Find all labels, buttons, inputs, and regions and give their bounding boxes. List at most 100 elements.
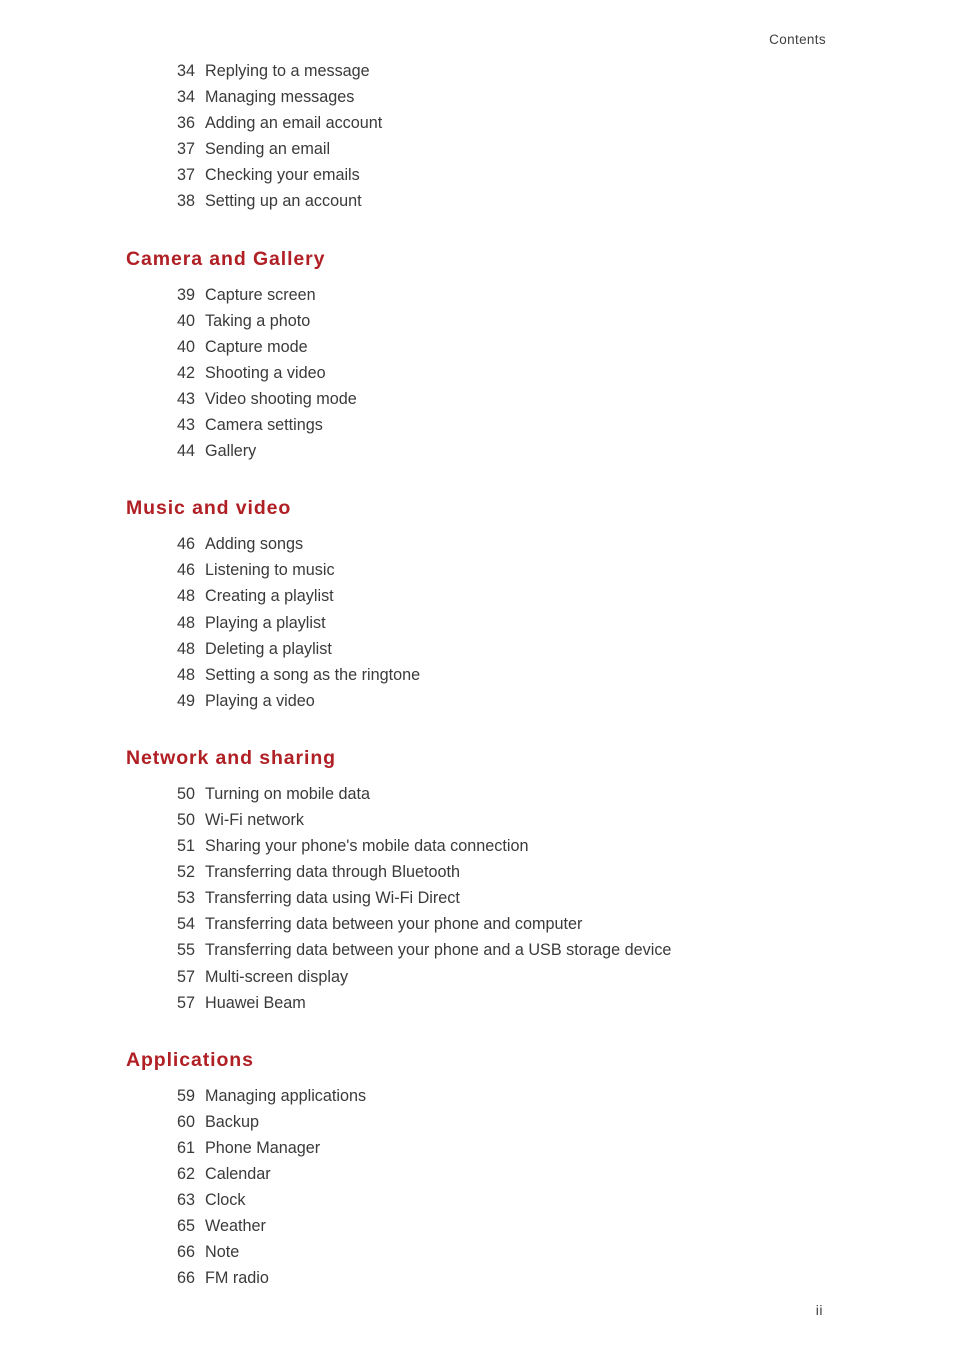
toc-entry-page-number: 66	[177, 1243, 196, 1262]
toc-entry[interactable]: 65 Weather	[126, 1213, 826, 1239]
toc-entry[interactable]: 36 Adding an email account	[126, 110, 826, 136]
toc-entry[interactable]: 43 Camera settings	[126, 412, 826, 438]
toc-entry[interactable]: 37 Checking your emails	[126, 162, 826, 188]
toc-entry-list: 59 Managing applications 60 Backup 61 Phone M…	[126, 1083, 826, 1292]
toc-entry-title: Huawei Beam	[205, 993, 306, 1012]
toc-entry[interactable]: 62 Calendar	[126, 1161, 826, 1187]
toc-entry-title: Transferring data between your phone and…	[205, 941, 672, 960]
toc-entry-title: FM radio	[205, 1269, 269, 1288]
running-header: Contents	[769, 32, 826, 47]
toc-entry-title: Transferring data through Bluetooth	[205, 863, 460, 882]
toc-entry-title: Transferring data between your phone and…	[205, 915, 583, 934]
toc-entry-title: Turning on mobile data	[205, 784, 370, 803]
toc-entry[interactable]: 37 Sending an email	[126, 136, 826, 162]
toc-entry[interactable]: 51 Sharing your phone's mobile data conne…	[126, 833, 826, 859]
toc-entry[interactable]: 40 Taking a photo	[126, 308, 826, 334]
toc-entry[interactable]: 55 Transferring data between your phone a…	[126, 937, 826, 963]
toc-entry[interactable]: 61 Phone Manager	[126, 1135, 826, 1161]
section-heading: Music and video	[126, 497, 292, 520]
toc-entry-page-number: 38	[177, 192, 196, 211]
toc-entry[interactable]: 48 Deleting a playlist	[126, 636, 826, 662]
toc-entry-page-number: 34	[177, 62, 196, 80]
toc-entry[interactable]: 63 Clock	[126, 1187, 826, 1213]
toc-entry[interactable]: 43 Video shooting mode	[126, 386, 826, 412]
toc-entry[interactable]: 46 Listening to music	[126, 557, 826, 583]
toc-entry[interactable]: 40 Capture mode	[126, 334, 826, 360]
toc-entry-title: Taking a photo	[205, 311, 311, 330]
toc-entry[interactable]: 54 Transferring data between your phone a…	[126, 911, 826, 937]
toc-entry[interactable]: 48 Setting a song as the ringtone	[126, 662, 826, 688]
toc-entry-list: 34 Replying to a message 34 Managing messag…	[126, 58, 826, 215]
toc-entry-page-number: 46	[177, 561, 196, 580]
toc-section: 34 Replying to a message 34 Managing messag…	[126, 58, 826, 215]
toc-entry-title: Deleting a playlist	[205, 639, 332, 658]
toc-entry-page-number: 57	[177, 967, 196, 986]
toc-entry[interactable]: 39 Capture screen	[126, 282, 826, 308]
toc-entry-page-number: 48	[177, 665, 196, 684]
toc-entry-page-number: 52	[177, 863, 196, 882]
toc-entry[interactable]: 59 Managing applications	[126, 1083, 826, 1109]
toc-entry[interactable]: 48 Playing a playlist	[126, 610, 826, 636]
toc-entry-page-number: 63	[177, 1191, 196, 1210]
toc-entry-page-number: 42	[177, 363, 196, 382]
toc-entry-page-number: 61	[177, 1138, 196, 1157]
toc-entry-page-number: 57	[177, 993, 196, 1012]
toc-entry-title: Clock	[205, 1191, 246, 1210]
toc-entry[interactable]: 34 Replying to a message	[126, 58, 826, 84]
heading-spacer	[126, 272, 826, 282]
toc-entry-title: Listening to music	[205, 561, 335, 580]
toc-entry-page-number: 43	[177, 416, 196, 435]
toc-entry[interactable]: 57 Huawei Beam	[126, 990, 826, 1016]
toc-entry-page-number: 54	[177, 915, 196, 934]
section-heading: Camera and Gallery	[126, 247, 326, 270]
toc-entry-page-number: 55	[177, 941, 196, 960]
toc-entry[interactable]: 48 Creating a playlist	[126, 583, 826, 609]
heading-spacer	[126, 1073, 826, 1083]
toc-entry[interactable]: 38 Setting up an account	[126, 188, 826, 214]
toc-entry[interactable]: 52 Transferring data through Bluetooth	[126, 859, 826, 885]
toc-entry-page-number: 44	[177, 442, 196, 461]
toc-entry[interactable]: 66 FM radio	[126, 1265, 826, 1291]
section-heading: Network and sharing	[126, 746, 336, 769]
toc-entry[interactable]: 49 Playing a video	[126, 688, 826, 714]
toc-entry-page-number: 39	[177, 285, 196, 304]
toc-entry-page-number: 40	[177, 337, 196, 356]
toc-entry[interactable]: 42 Shooting a video	[126, 360, 826, 386]
toc-entry-page-number: 48	[177, 587, 196, 606]
toc-entry[interactable]: 50 Wi-Fi network	[126, 807, 826, 833]
toc-entry-page-number: 66	[177, 1269, 196, 1288]
toc-entry-page-number: 65	[177, 1217, 196, 1236]
toc-entry-page-number: 37	[177, 166, 196, 185]
toc-entry-page-number: 60	[177, 1112, 196, 1131]
toc-section: Music and video 46 Adding songs 46 Listening…	[126, 464, 826, 714]
toc-entry-page-number: 40	[177, 311, 196, 330]
toc-entry-title: Shooting a video	[205, 363, 326, 382]
toc-entry[interactable]: 60 Backup	[126, 1109, 826, 1135]
toc-entry-page-number: 49	[177, 691, 196, 710]
heading-spacer	[126, 521, 826, 531]
toc-entry-page-number: 50	[177, 810, 196, 829]
toc-entry[interactable]: 57 Multi-screen display	[126, 964, 826, 990]
toc-entry-title: Weather	[205, 1217, 266, 1236]
toc-entry-title: Setting up an account	[205, 192, 362, 211]
toc-entry-title: Checking your emails	[205, 166, 360, 185]
toc-entry[interactable]: 50 Turning on mobile data	[126, 781, 826, 807]
toc-entry[interactable]: 34 Managing messages	[126, 84, 826, 110]
toc-entry[interactable]: 44 Gallery	[126, 438, 826, 464]
toc-entry-page-number: 62	[177, 1165, 196, 1183]
toc-entry-page-number: 48	[177, 639, 196, 658]
toc-entry-list: 50 Turning on mobile data 50 Wi-Fi network 5…	[126, 781, 826, 1016]
toc-entry[interactable]: 46 Adding songs	[126, 531, 826, 557]
toc-section: Network and sharing 50 Turning on mobile d…	[126, 714, 826, 1016]
toc-entry-title: Camera settings	[205, 416, 323, 435]
toc-entry-title: Playing a playlist	[205, 613, 326, 632]
toc-entry[interactable]: 53 Transferring data using Wi-Fi Direct	[126, 885, 826, 911]
toc-entry-title: Replying to a message	[205, 62, 370, 80]
document-page: Contents 34 Replying to a message 34 Managi…	[0, 0, 954, 1352]
toc-entry[interactable]: 66 Note	[126, 1239, 826, 1265]
toc-entry-title: Video shooting mode	[205, 389, 357, 408]
